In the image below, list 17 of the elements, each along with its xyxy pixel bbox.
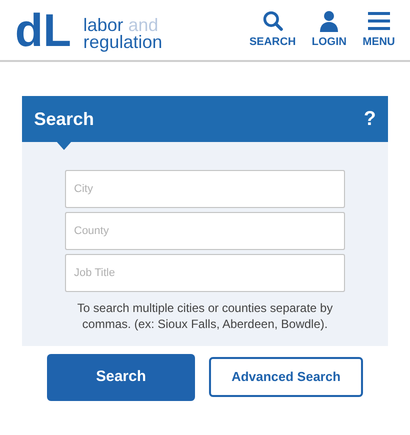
nav-button[interactable]: MENU: [362, 10, 395, 50]
nav-button[interactable]: LOGIN: [312, 10, 347, 50]
hint-text: To search multiple cities or counties separate by commas. (ex: Sioux Falls, Aberdeen, Bowdle).: [76, 300, 334, 332]
panel-title: Search: [34, 108, 94, 130]
person-icon: [319, 10, 340, 32]
advanced-search-button[interactable]: Advanced Search: [209, 357, 363, 397]
help-button[interactable]: ?: [364, 104, 376, 134]
search-icon: [262, 10, 284, 32]
search-button[interactable]: Search: [47, 354, 195, 401]
text-field[interactable]: County: [65, 212, 345, 250]
text-field[interactable]: City: [65, 170, 345, 208]
logo-text: regulation: [83, 34, 162, 51]
logo-text: labor and: [83, 17, 160, 34]
menu-icon: [366, 10, 391, 32]
nav-button[interactable]: SEARCH: [249, 10, 296, 50]
logo-mark: dL: [15, 7, 72, 53]
text-field[interactable]: Job Title: [65, 254, 345, 292]
